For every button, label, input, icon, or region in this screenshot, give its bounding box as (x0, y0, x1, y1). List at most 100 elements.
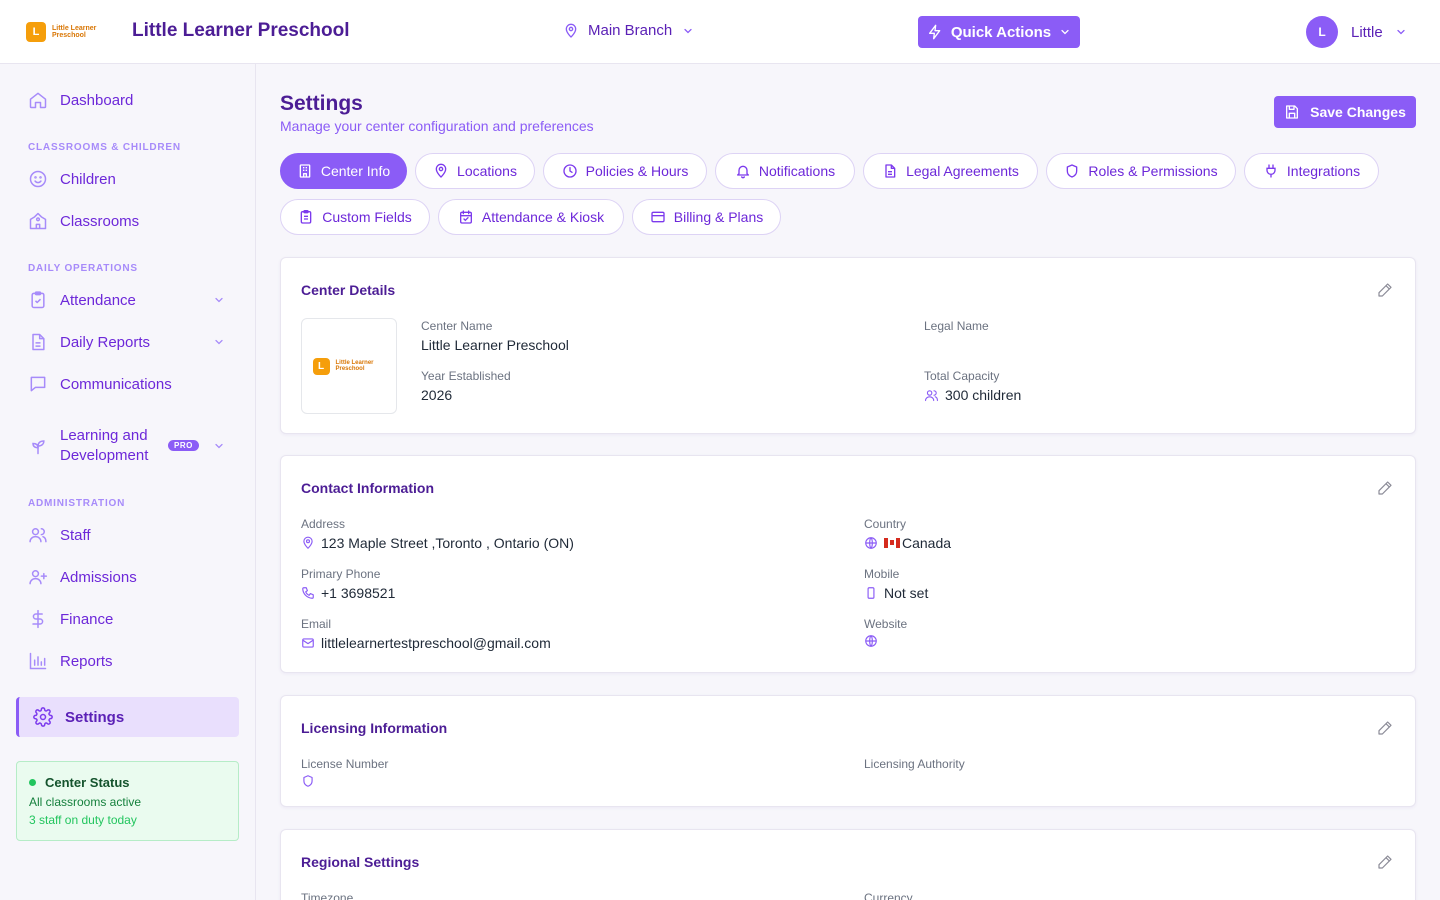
mail-icon (301, 636, 315, 650)
tab-roles-permissions[interactable]: Roles & Permissions (1046, 153, 1236, 189)
clipboard-check-icon (28, 290, 48, 310)
tab-attendance-kiosk[interactable]: Attendance & Kiosk (438, 199, 624, 235)
sidebar-item-reports[interactable]: Reports (16, 641, 239, 681)
globe-icon (864, 634, 878, 648)
page-subtitle: Manage your center configuration and pre… (280, 118, 594, 134)
sidebar-item-attendance[interactable]: Attendance (16, 280, 239, 320)
status-dot (29, 779, 36, 786)
website-value (864, 634, 884, 648)
user-plus-icon (28, 567, 48, 587)
chevron-down-icon (213, 294, 225, 306)
sidebar-item-finance[interactable]: Finance (16, 599, 239, 639)
tab-integrations[interactable]: Integrations (1244, 153, 1379, 189)
user-menu[interactable]: L Little (1306, 16, 1407, 48)
card-title: Center Details (301, 282, 396, 298)
gear-icon (33, 707, 53, 727)
sidebar-item-classrooms[interactable]: Classrooms (16, 201, 239, 241)
license-number-value (301, 774, 321, 788)
sidebar-item-label: Learning and Development (60, 427, 149, 464)
tab-policies-hours[interactable]: Policies & Hours (543, 153, 707, 189)
phone-text: +1 3698521 (321, 585, 396, 601)
save-icon (1284, 104, 1300, 120)
sidebar-item-label: Daily Reports (60, 333, 151, 351)
tab-legal-agreements[interactable]: Legal Agreements (863, 153, 1038, 189)
mobile-text: Not set (884, 585, 929, 601)
capacity-text: 300 children (945, 387, 1022, 403)
logo-text: Little Learner Preschool (335, 360, 374, 372)
field-label: Mobile (864, 567, 900, 581)
email-value: littlelearnertestpreschool@gmail.com (301, 635, 551, 651)
sidebar-item-dashboard[interactable]: Dashboard (16, 80, 239, 120)
shield-icon (1064, 163, 1080, 179)
tab-label: Billing & Plans (673, 209, 764, 225)
status-title-row: Center Status (29, 775, 226, 790)
branch-label: Main Branch (588, 22, 673, 39)
brand-logo[interactable]: L Little Learner Preschool (26, 22, 108, 42)
tab-label: Legal Agreements (906, 163, 1019, 179)
phone-icon (301, 586, 315, 600)
field-label: Legal Name (924, 319, 989, 333)
licensing-information-card: Licensing Information License Number Lic… (280, 695, 1416, 807)
sidebar-item-label: Classrooms (60, 212, 140, 230)
field-label: Timezone (301, 891, 354, 900)
field-label: Website (864, 617, 908, 631)
document-icon (882, 163, 898, 179)
bar-chart-icon (28, 651, 48, 671)
tab-label: Locations (457, 163, 517, 179)
sidebar-item-label: Admissions (60, 568, 137, 586)
address-text: 123 Maple Street ,Toronto , Ontario (ON) (321, 535, 574, 551)
status-line: All classrooms active (29, 795, 142, 809)
app-title: Little Learner Preschool (132, 20, 350, 41)
tab-center-info[interactable]: Center Info (280, 153, 407, 189)
field-label: Year Established (421, 369, 511, 383)
sidebar-item-label: Children (60, 170, 116, 188)
sidebar-item-daily-reports[interactable]: Daily Reports (16, 322, 239, 362)
logo-mark: L (312, 357, 330, 375)
tab-label: Custom Fields (322, 209, 412, 225)
sidebar-item-label: Dashboard (60, 91, 134, 109)
logo-mark: L (26, 22, 46, 42)
sidebar-item-staff[interactable]: Staff (16, 515, 239, 555)
email-text: littlelearnertestpreschool@gmail.com (321, 635, 551, 651)
section-daily: DAILY OPERATIONS (28, 263, 138, 274)
phone-value: +1 3698521 (301, 585, 395, 601)
canada-flag-icon (884, 538, 900, 548)
address-value: 123 Maple Street ,Toronto , Ontario (ON) (301, 535, 574, 551)
sidebar-item-label: Finance (60, 610, 114, 628)
center-logo[interactable]: L Little Learner Preschool (301, 318, 397, 414)
tab-label: Integrations (1286, 163, 1361, 179)
sidebar-item-label: Reports (60, 652, 113, 670)
credit-card-icon (650, 209, 666, 225)
tab-custom-fields[interactable]: Custom Fields (280, 199, 430, 235)
tab-label: Policies & Hours (585, 163, 689, 179)
sidebar-item-admissions[interactable]: Admissions (16, 557, 239, 597)
field-label: Currency (864, 891, 913, 900)
field-label: Primary Phone (301, 567, 381, 581)
building-icon (297, 163, 313, 179)
smartphone-icon (864, 586, 878, 600)
save-changes-button[interactable]: Save Changes (1274, 96, 1416, 128)
tab-notifications[interactable]: Notifications (715, 153, 855, 189)
globe-icon (864, 536, 878, 550)
tab-locations[interactable]: Locations (415, 153, 535, 189)
section-classrooms: CLASSROOMS & CHILDREN (28, 142, 181, 153)
edit-icon[interactable] (1377, 282, 1393, 298)
page-title: Settings (280, 92, 363, 115)
sidebar-item-learning[interactable]: Learning and Development PRO (16, 420, 239, 472)
tab-billing-plans[interactable]: Billing & Plans (632, 199, 781, 235)
sidebar-item-children[interactable]: Children (16, 159, 239, 199)
edit-icon[interactable] (1377, 854, 1393, 870)
lightning-icon (927, 24, 943, 40)
branch-selector[interactable]: Main Branch (563, 22, 694, 39)
bell-icon (735, 163, 751, 179)
sidebar-item-settings[interactable]: Settings (16, 697, 239, 737)
center-logo-content: L Little Learner Preschool (312, 357, 386, 375)
dollar-icon (28, 609, 48, 629)
quick-actions-button[interactable]: Quick Actions (918, 16, 1080, 48)
sidebar-item-communications[interactable]: Communications (16, 364, 239, 404)
tab-label: Roles & Permissions (1088, 163, 1218, 179)
users-icon (28, 525, 48, 545)
total-capacity-value: 300 children (924, 387, 1021, 403)
edit-icon[interactable] (1377, 480, 1393, 496)
edit-icon[interactable] (1377, 720, 1393, 736)
